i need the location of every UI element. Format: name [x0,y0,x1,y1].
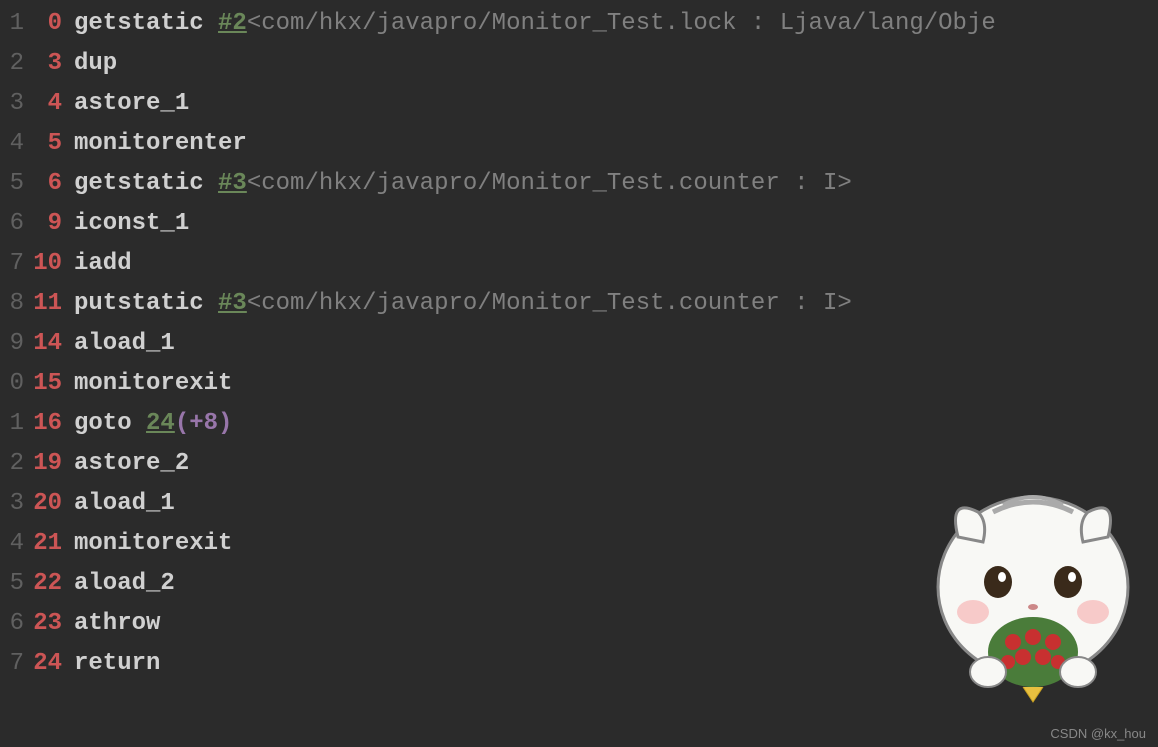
byte-offset: 20 [30,484,74,524]
line-number: 2 [0,44,30,84]
instruction: getstatic [74,4,218,44]
instruction: aload_1 [74,324,175,364]
goto-offset: (+8) [175,404,233,444]
line-number: 9 [0,324,30,364]
instruction: iadd [74,244,132,284]
ref-detail: <com/hkx/javapro/Monitor_Test.lock : Lja… [247,4,996,44]
bytecode-line: 811putstatic #3 <com/hkx/javapro/Monitor… [0,284,1158,324]
instruction: monitorexit [74,524,232,564]
byte-offset: 4 [30,84,74,124]
bytecode-line: 56getstatic #3 <com/hkx/javapro/Monitor_… [0,164,1158,204]
instruction: putstatic [74,284,218,324]
bytecode-line: 45monitorenter [0,124,1158,164]
line-number: 4 [0,124,30,164]
goto-target[interactable]: 24 [146,404,175,444]
instruction: dup [74,44,117,84]
bytecode-line: 34astore_1 [0,84,1158,124]
line-number: 6 [0,204,30,244]
line-number: 7 [0,244,30,284]
ref-detail: <com/hkx/javapro/Monitor_Test.counter : … [247,284,852,324]
instruction: goto [74,404,146,444]
byte-offset: 16 [30,404,74,444]
byte-offset: 19 [30,444,74,484]
byte-offset: 15 [30,364,74,404]
byte-offset: 23 [30,604,74,644]
line-number: 5 [0,164,30,204]
bytecode-line: 116goto 24 (+8) [0,404,1158,444]
byte-offset: 11 [30,284,74,324]
byte-offset: 10 [30,244,74,284]
line-number: 2 [0,444,30,484]
instruction: astore_1 [74,84,189,124]
ref-detail: <com/hkx/javapro/Monitor_Test.counter : … [247,164,852,204]
bytecode-line: 015monitorexit [0,364,1158,404]
bytecode-line: 10getstatic #2 <com/hkx/javapro/Monitor_… [0,4,1158,44]
line-number: 6 [0,604,30,644]
mascot-image [918,467,1148,707]
instruction: aload_1 [74,484,175,524]
constant-pool-ref[interactable]: #3 [218,284,247,324]
instruction: iconst_1 [74,204,189,244]
watermark: CSDN @kx_hou [1050,726,1146,741]
instruction: astore_2 [74,444,189,484]
byte-offset: 9 [30,204,74,244]
bytecode-line: 69iconst_1 [0,204,1158,244]
line-number: 3 [0,484,30,524]
constant-pool-ref[interactable]: #3 [218,164,247,204]
byte-offset: 21 [30,524,74,564]
byte-offset: 5 [30,124,74,164]
line-number: 5 [0,564,30,604]
bytecode-line: 23dup [0,44,1158,84]
line-number: 4 [0,524,30,564]
byte-offset: 0 [30,4,74,44]
line-number: 0 [0,364,30,404]
line-number: 3 [0,84,30,124]
instruction: aload_2 [74,564,175,604]
line-number: 1 [0,404,30,444]
constant-pool-ref[interactable]: #2 [218,4,247,44]
instruction: return [74,644,160,684]
bytecode-line: 914aload_1 [0,324,1158,364]
byte-offset: 22 [30,564,74,604]
bytecode-line: 710iadd [0,244,1158,284]
instruction: monitorenter [74,124,247,164]
byte-offset: 24 [30,644,74,684]
line-number: 7 [0,644,30,684]
byte-offset: 3 [30,44,74,84]
line-number: 1 [0,4,30,44]
byte-offset: 14 [30,324,74,364]
instruction: athrow [74,604,160,644]
instruction: getstatic [74,164,218,204]
byte-offset: 6 [30,164,74,204]
line-number: 8 [0,284,30,324]
instruction: monitorexit [74,364,232,404]
